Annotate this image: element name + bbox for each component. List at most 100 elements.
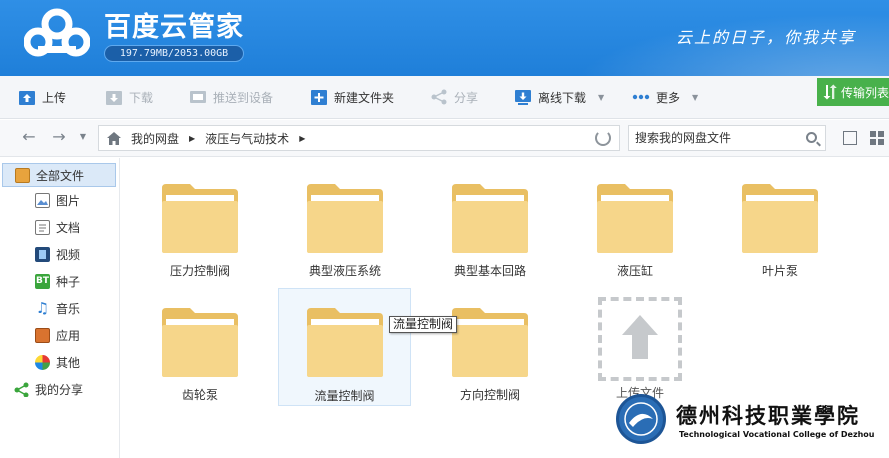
folder-icon xyxy=(742,184,818,253)
search-icon[interactable] xyxy=(806,132,817,143)
forward-arrow-icon[interactable]: → xyxy=(50,128,68,146)
sidebar-item-documents[interactable]: 文档 xyxy=(0,215,118,239)
folder-name: 典型液压系统 xyxy=(308,264,381,278)
device-icon xyxy=(190,91,206,103)
refresh-icon[interactable] xyxy=(595,130,611,146)
folder-name-tooltip: 流量控制阀 xyxy=(389,316,458,333)
breadcrumb: 我的网盘 ▶ 液压与气动技术 ▶ xyxy=(98,125,620,151)
video-icon xyxy=(35,246,50,262)
baidu-cloud-logo-icon xyxy=(24,8,90,57)
main-toolbar: 上传 下载 推送到设备 新建文件夹 分享 离线下载 ▼ 更多 ▼ xyxy=(0,76,889,119)
watermark-college-name: 德州科技职業學院 xyxy=(676,403,860,428)
sidebar-item-label: 文档 xyxy=(56,220,81,235)
sidebar-item-apps[interactable]: 应用 xyxy=(0,323,118,347)
sidebar-item-label: 图片 xyxy=(56,193,81,208)
download-button[interactable]: 下载 xyxy=(105,87,153,107)
folder-icon xyxy=(307,308,383,377)
folder-item[interactable]: 压力控制阀 xyxy=(136,176,264,294)
sidebar-item-all-files[interactable]: 全部文件 xyxy=(2,163,116,187)
image-icon xyxy=(35,192,50,208)
push-to-device-button[interactable]: 推送到设备 xyxy=(189,87,273,107)
sidebar-item-my-share[interactable]: 我的分享 xyxy=(0,377,118,401)
upload-icon xyxy=(19,91,35,105)
sidebar-item-label: 我的分享 xyxy=(35,382,84,397)
folder-item[interactable]: 典型基本回路 xyxy=(426,176,554,294)
breadcrumb-separator-icon: ▶ xyxy=(189,133,196,143)
folder-icon xyxy=(452,308,528,377)
push-to-device-label: 推送到设备 xyxy=(213,90,274,105)
all-files-icon xyxy=(15,167,30,183)
other-icon xyxy=(35,354,50,370)
search-input[interactable]: 搜索我的网盘文件 xyxy=(628,125,826,151)
chevron-down-icon: ▼ xyxy=(598,92,605,102)
share-label: 分享 xyxy=(454,90,479,105)
folder-icon xyxy=(162,184,238,253)
sidebar-item-label: 全部文件 xyxy=(36,168,85,183)
folder-icon xyxy=(597,184,673,253)
folder-icon xyxy=(162,308,238,377)
document-icon xyxy=(35,219,50,235)
breadcrumb-item-current[interactable]: 液压与气动技术 xyxy=(205,130,289,147)
back-arrow-icon[interactable]: ← xyxy=(20,128,38,146)
bt-icon: BT xyxy=(35,273,50,289)
sidebar-item-videos[interactable]: 视频 xyxy=(0,242,118,266)
upload-button[interactable]: 上传 xyxy=(18,87,66,107)
folder-name: 流量控制阀 xyxy=(314,389,375,403)
new-folder-button[interactable]: 新建文件夹 xyxy=(310,87,394,107)
offline-download-button[interactable]: 离线下载 ▼ xyxy=(514,87,604,107)
sidebar-item-label: 音乐 xyxy=(56,301,81,316)
folder-item[interactable]: 液压缸 xyxy=(571,176,699,294)
sidebar-item-other[interactable]: 其他 xyxy=(0,350,118,374)
folder-item[interactable]: 典型液压系统 xyxy=(281,176,409,294)
folder-item-hovered[interactable]: 流量控制阀 xyxy=(278,288,411,406)
watermark-college-english: Technological Vocational College of Dezh… xyxy=(679,430,875,439)
folder-name: 齿轮泵 xyxy=(181,388,218,402)
share-icon xyxy=(14,382,29,397)
navigation-bar: ← → ▼ 我的网盘 ▶ 液压与气动技术 ▶ 搜索我的网盘文件 xyxy=(0,120,889,157)
grid-view-icon[interactable] xyxy=(870,131,884,145)
music-icon: ♫ xyxy=(35,298,50,317)
share-icon xyxy=(431,89,447,105)
sidebar-item-label: 其他 xyxy=(56,355,81,370)
download-icon xyxy=(106,91,122,105)
sidebar-item-label: 视频 xyxy=(56,247,81,262)
sidebar-item-music[interactable]: ♫ 音乐 xyxy=(0,296,118,320)
header-slogan: 云上的日子，你我共享 xyxy=(676,28,857,47)
new-folder-label: 新建文件夹 xyxy=(334,90,395,105)
college-seal-icon xyxy=(616,394,666,444)
transfer-list-button[interactable]: 传输列表 xyxy=(817,78,889,106)
history-chevron-down-icon[interactable]: ▼ xyxy=(74,128,92,146)
category-sidebar: 全部文件 图片 文档 视频 BT 种子 ♫ 音乐 应用 其他 我的分享 xyxy=(0,158,120,458)
more-dots-icon xyxy=(632,94,650,100)
folder-name: 液压缸 xyxy=(616,264,653,278)
download-label: 下载 xyxy=(129,90,154,105)
share-button[interactable]: 分享 xyxy=(430,87,478,107)
breadcrumb-item-root[interactable]: 我的网盘 xyxy=(131,130,179,147)
app-header: 百度云管家 197.79MB/2053.00GB 云上的日子，你我共享 xyxy=(0,0,889,76)
folder-name: 典型基本回路 xyxy=(453,264,526,278)
folder-item[interactable]: 齿轮泵 xyxy=(136,300,264,418)
sidebar-item-label: 种子 xyxy=(56,274,81,289)
list-view-icon[interactable] xyxy=(843,131,857,145)
offline-download-icon xyxy=(515,90,531,105)
transfer-list-label: 传输列表 xyxy=(840,85,889,100)
home-icon[interactable] xyxy=(107,131,121,145)
offline-download-label: 离线下载 xyxy=(538,90,587,105)
folder-icon xyxy=(307,184,383,253)
app-icon xyxy=(35,327,50,343)
breadcrumb-separator-icon: ▶ xyxy=(299,133,306,143)
sidebar-item-torrents[interactable]: BT 种子 xyxy=(0,269,118,293)
folder-name: 方向控制阀 xyxy=(459,388,520,402)
storage-quota: 197.79MB/2053.00GB xyxy=(104,45,244,62)
folder-name: 叶片泵 xyxy=(761,264,798,278)
upload-arrow-icon xyxy=(622,315,658,359)
more-button[interactable]: 更多 ▼ xyxy=(632,87,698,107)
sidebar-item-images[interactable]: 图片 xyxy=(0,188,118,212)
transfer-icon xyxy=(823,84,837,100)
folder-item[interactable]: 叶片泵 xyxy=(716,176,844,294)
app-title: 百度云管家 xyxy=(104,12,244,43)
upload-label: 上传 xyxy=(42,90,67,105)
folder-name: 压力控制阀 xyxy=(169,264,230,278)
upload-file-tile[interactable] xyxy=(598,297,682,381)
chevron-down-icon: ▼ xyxy=(692,92,699,102)
